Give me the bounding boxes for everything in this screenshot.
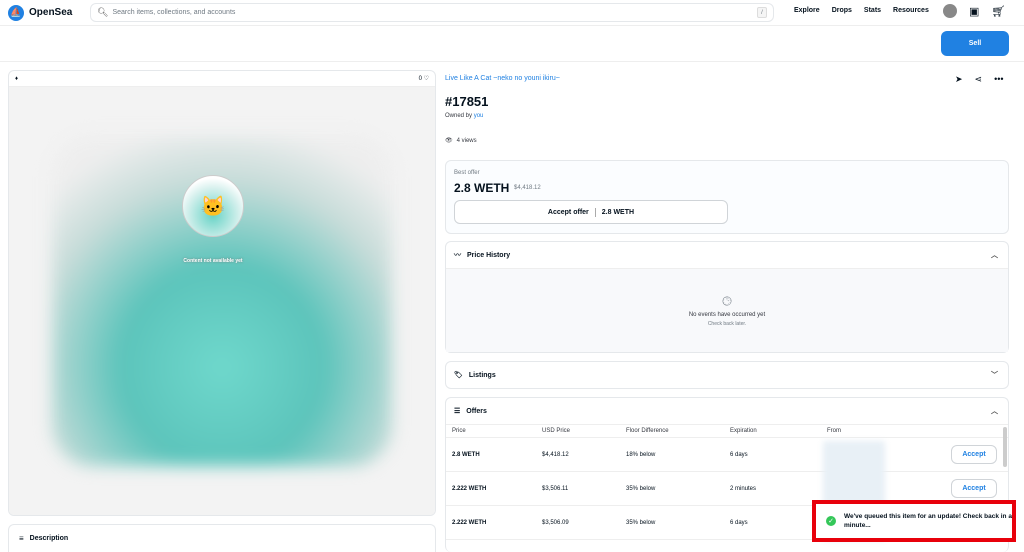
heart-icon: ♡	[423, 76, 429, 82]
accept-offer-value: 2.8 WETH	[601, 208, 635, 216]
offer-usd: $3,506.11	[542, 485, 569, 492]
offer-floor: 35% below	[626, 519, 656, 526]
item-title: #17851	[445, 94, 489, 109]
cat-thumbnail: 🐱	[182, 175, 244, 237]
description-icon: ≡	[19, 534, 24, 543]
views-label: 4 views	[456, 137, 477, 144]
main-nav: Explore Drops Stats Resources	[794, 7, 929, 14]
search-placeholder: Search items, collections, and accounts	[112, 9, 236, 16]
offer-floor: 35% below	[626, 485, 656, 492]
table-row: 2.8 WETH $4,418.12 18% below 6 days Acce…	[446, 438, 1008, 472]
offers-table-header: Price USD Price Floor Difference Expirat…	[446, 425, 1008, 438]
owned-by-label: Owned by	[445, 113, 473, 119]
more-icon[interactable]: •••	[994, 74, 1003, 85]
header-divider	[0, 61, 1024, 62]
wallet-icon[interactable]: ▣	[969, 5, 979, 18]
ethereum-icon: ♦	[15, 75, 19, 82]
chevron-up-icon: ︿	[991, 408, 998, 415]
transfer-icon[interactable]: ➤	[955, 74, 963, 85]
offers-header[interactable]: ☰ Offers ︿	[446, 398, 1008, 424]
col-from: From	[827, 428, 841, 434]
accept-offer-label: Accept offer	[547, 208, 589, 216]
price-history-title: Price History	[467, 251, 511, 259]
best-offer-box: Best offer 2.8 WETH $4,418.12 Accept off…	[445, 160, 1009, 234]
offer-price: 2.222 WETH	[452, 485, 487, 492]
logo-text: OpenSea	[29, 7, 73, 18]
favorite-count: 0	[418, 76, 422, 82]
item-actions: ➤ ⋖ •••	[955, 74, 1004, 85]
price-history-panel: 〰 Price History ︿ 🕒︎ No events have occu…	[445, 241, 1009, 353]
offers-title: Offers	[466, 407, 487, 415]
trend-icon: 〰	[454, 252, 461, 259]
accept-offer-separator	[594, 207, 596, 217]
col-floor-difference: Floor Difference	[626, 428, 669, 434]
chevron-up-icon: ︿	[991, 252, 998, 259]
eye-icon: 👁︎	[445, 138, 453, 144]
share-icon[interactable]: ⋖	[975, 74, 983, 85]
media-card: ♦ 0 ♡	[8, 70, 436, 516]
offer-expiration: 6 days	[730, 451, 748, 458]
col-expiration: Expiration	[730, 428, 757, 434]
check-circle-icon: ✓	[826, 516, 836, 526]
collection-link[interactable]: Live Like A Cat ~neko no youni ikiru~	[445, 75, 560, 82]
search-input[interactable]: 🔍︎ Search items, collections, and accoun…	[90, 3, 774, 22]
accept-button[interactable]: Accept	[951, 445, 997, 464]
offer-floor: 18% below	[626, 451, 656, 458]
owner-line: Owned by you	[445, 113, 483, 119]
listings-header[interactable]: 🏷︎ Listings ﹀	[446, 362, 1008, 388]
col-usd-price: USD Price	[542, 428, 571, 434]
best-offer-value: 2.8 WETH	[454, 181, 510, 195]
best-offer-usd: $4,418.12	[514, 185, 541, 191]
nav-resources[interactable]: Resources	[893, 7, 929, 14]
avatar[interactable]	[943, 4, 957, 18]
check-back-text: Check back later.	[707, 321, 747, 327]
update-toast: ✓ We've queued this item for an update! …	[812, 500, 1016, 542]
nav-explore[interactable]: Explore	[794, 7, 820, 14]
offers-scrollbar[interactable]	[1003, 427, 1007, 467]
nav-stats[interactable]: Stats	[864, 7, 881, 14]
description-panel[interactable]: ≡ Description	[8, 524, 436, 552]
price-history-body: 🕒︎ No events have occurred yet Check bac…	[446, 268, 1008, 352]
price-history-header[interactable]: 〰 Price History ︿	[446, 242, 1008, 268]
top-navbar: ⛵ OpenSea 🔍︎ Search items, collections, …	[0, 0, 1024, 26]
opensea-logo[interactable]: ⛵ OpenSea	[8, 4, 73, 21]
tag-icon: 🏷︎	[454, 372, 463, 379]
offer-usd: $4,418.12	[542, 451, 569, 458]
nav-drops[interactable]: Drops	[832, 7, 852, 14]
sell-button[interactable]: Sell	[941, 31, 1009, 56]
opensea-logo-icon: ⛵	[8, 4, 24, 21]
content-not-available: Content not available yet	[183, 258, 243, 264]
description-label: Description	[29, 535, 69, 542]
listings-panel[interactable]: 🏷︎ Listings ﹀	[445, 361, 1009, 389]
list-icon: ☰	[454, 408, 461, 415]
best-offer-label: Best offer	[454, 170, 480, 176]
search-icon: 🔍︎	[97, 7, 109, 17]
search-shortcut-badge: /	[757, 7, 767, 18]
col-price: Price	[452, 428, 466, 434]
cart-icon[interactable]: 🛒︎	[991, 5, 1005, 18]
nft-media[interactable]	[9, 87, 435, 515]
favorite-control[interactable]: 0 ♡	[419, 75, 429, 82]
no-events-text: No events have occurred yet	[688, 312, 766, 318]
offer-usd: $3,506.09	[542, 519, 569, 526]
listings-title: Listings	[468, 371, 496, 379]
accept-button[interactable]: Accept	[951, 479, 997, 498]
media-card-header: ♦ 0 ♡	[9, 71, 435, 87]
clock-icon: 🕒︎	[722, 294, 732, 308]
views-count: 👁︎ 4 views	[445, 137, 477, 145]
offer-price: 2.222 WETH	[452, 519, 487, 526]
chevron-down-icon: ﹀	[991, 372, 998, 379]
offer-expiration: 2 minutes	[730, 485, 757, 492]
nav-icons: ▣ 🛒︎	[943, 4, 1005, 18]
owner-link[interactable]: you	[474, 113, 484, 119]
accept-offer-button[interactable]: Accept offer 2.8 WETH	[454, 200, 728, 224]
offer-price: 2.8 WETH	[452, 451, 480, 458]
toast-message: We've queued this item for an update! Ch…	[844, 513, 1012, 529]
